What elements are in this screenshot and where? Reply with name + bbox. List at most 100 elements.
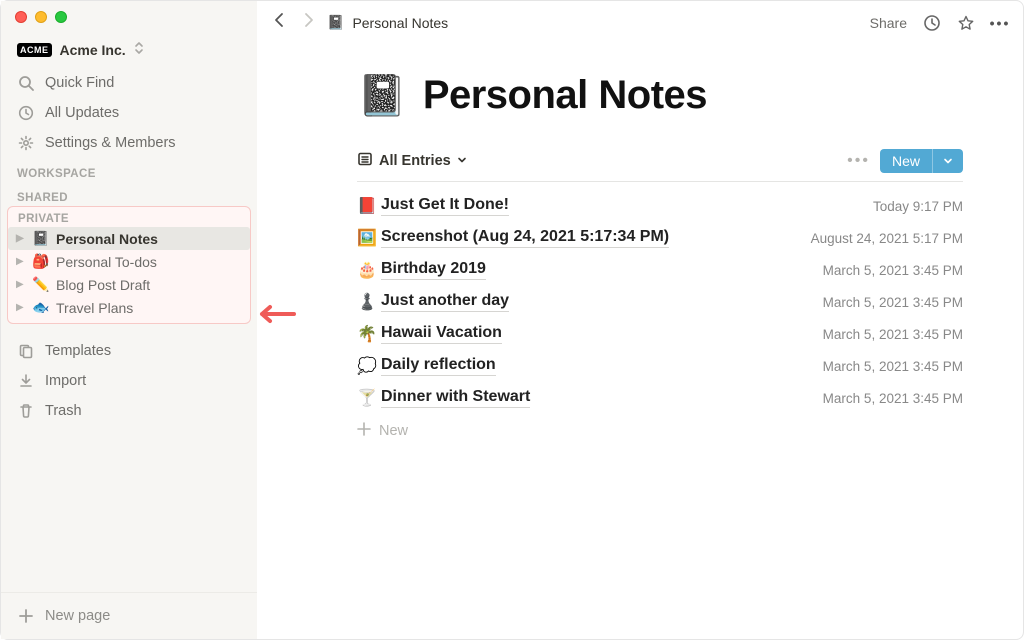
close-window[interactable] xyxy=(15,11,27,23)
minimize-window[interactable] xyxy=(35,11,47,23)
entry-row[interactable]: 💭Daily reflection March 5, 2021 3:45 PM xyxy=(357,350,963,382)
import-icon xyxy=(17,372,35,390)
section-shared[interactable]: SHARED xyxy=(1,182,257,206)
entry-row[interactable]: 🍸Dinner with Stewart March 5, 2021 3:45 P… xyxy=(357,382,963,414)
entries-list: 📕Just Get It Done! Today 9:17 PM 🖼️Screens… xyxy=(357,190,963,414)
view-options-icon[interactable]: ••• xyxy=(847,152,870,170)
nav-forward[interactable] xyxy=(299,11,317,34)
expand-icon xyxy=(134,41,144,58)
sidebar: ACME Acme Inc. Quick Find All Updates Se… xyxy=(1,1,257,639)
entry-title[interactable]: Just Get It Done! xyxy=(381,196,509,216)
quick-find[interactable]: Quick Find xyxy=(1,68,257,98)
page-icon: 🐟 xyxy=(32,299,50,316)
templates[interactable]: Templates xyxy=(1,336,257,366)
entry-icon: 💭 xyxy=(357,356,381,376)
all-updates-label: All Updates xyxy=(45,102,119,124)
new-entry-label: New xyxy=(379,423,408,439)
entry-title[interactable]: Birthday 2019 xyxy=(381,260,486,280)
favorite-icon[interactable] xyxy=(957,14,975,32)
trash-label: Trash xyxy=(45,400,82,422)
new-page-button[interactable]: New page xyxy=(1,592,257,639)
nav-back[interactable] xyxy=(271,11,289,34)
workspace-switcher[interactable]: ACME Acme Inc. xyxy=(1,37,257,68)
workspace-badge: ACME xyxy=(17,43,52,57)
disclosure-icon[interactable]: ▶ xyxy=(16,233,26,244)
disclosure-icon[interactable]: ▶ xyxy=(16,256,26,267)
section-private[interactable]: PRIVATE xyxy=(8,209,250,227)
trash[interactable]: Trash xyxy=(1,396,257,426)
entry-timestamp: March 5, 2021 3:45 PM xyxy=(823,263,963,278)
updates-icon[interactable] xyxy=(923,14,941,32)
entry-title[interactable]: Dinner with Stewart xyxy=(381,388,530,408)
new-entry-button[interactable]: New xyxy=(880,149,963,173)
page-label: Travel Plans xyxy=(56,300,133,316)
page-icon: ✏️ xyxy=(32,276,50,293)
quick-find-label: Quick Find xyxy=(45,72,114,94)
entry-title[interactable]: Screenshot (Aug 24, 2021 5:17:34 PM) xyxy=(381,228,669,248)
private-section-highlight: PRIVATE ▶ 📓 Personal Notes ▶ 🎒 Personal … xyxy=(7,206,251,324)
entry-icon: ♟️ xyxy=(357,292,381,312)
entry-timestamp: March 5, 2021 3:45 PM xyxy=(823,359,963,374)
disclosure-icon[interactable]: ▶ xyxy=(16,302,26,313)
workspace-name: Acme Inc. xyxy=(60,42,126,58)
all-updates[interactable]: All Updates xyxy=(1,98,257,128)
plus-icon xyxy=(17,607,35,625)
share-button[interactable]: Share xyxy=(870,15,907,31)
settings-members-label: Settings & Members xyxy=(45,132,176,154)
entry-row[interactable]: 🎂Birthday 2019 March 5, 2021 3:45 PM xyxy=(357,254,963,286)
entry-title[interactable]: Hawaii Vacation xyxy=(381,324,502,344)
more-icon[interactable]: ••• xyxy=(991,14,1009,32)
breadcrumb-icon: 📓 xyxy=(327,14,344,31)
zoom-window[interactable] xyxy=(55,11,67,23)
callout-arrow-icon xyxy=(256,302,296,326)
entry-timestamp: Today 9:17 PM xyxy=(873,199,963,214)
sidebar-page-travel-plans[interactable]: ▶ 🐟 Travel Plans xyxy=(8,296,250,319)
new-page-label: New page xyxy=(45,608,110,624)
entry-icon: 📕 xyxy=(357,196,381,216)
entry-row[interactable]: ♟️Just another day March 5, 2021 3:45 PM xyxy=(357,286,963,318)
breadcrumb-label: Personal Notes xyxy=(352,15,448,31)
entry-timestamp: March 5, 2021 3:45 PM xyxy=(823,295,963,310)
section-workspace[interactable]: WORKSPACE xyxy=(1,158,257,182)
templates-label: Templates xyxy=(45,340,111,362)
import-label: Import xyxy=(45,370,86,392)
page-title-icon[interactable]: 📓 xyxy=(357,72,407,119)
list-icon xyxy=(357,151,373,171)
entry-row[interactable]: 🖼️Screenshot (Aug 24, 2021 5:17:34 PM)Au… xyxy=(357,222,963,254)
page-icon: 📓 xyxy=(32,230,50,247)
entry-icon: 🎂 xyxy=(357,260,381,280)
divider xyxy=(357,181,963,182)
disclosure-icon[interactable]: ▶ xyxy=(16,279,26,290)
page-label: Blog Post Draft xyxy=(56,277,150,293)
entry-icon: 🖼️ xyxy=(357,228,381,248)
main-area: 📓 Personal Notes Share ••• 📓 Personal No… xyxy=(257,1,1023,639)
sidebar-page-personal-todos[interactable]: ▶ 🎒 Personal To-dos xyxy=(8,250,250,273)
view-name: All Entries xyxy=(379,153,451,169)
import[interactable]: Import xyxy=(1,366,257,396)
page-icon: 🎒 xyxy=(32,253,50,270)
entry-row[interactable]: 🌴Hawaii VacationMarch 5, 2021 3:45 PM xyxy=(357,318,963,350)
clock-icon xyxy=(17,104,35,122)
page-title[interactable]: Personal Notes xyxy=(423,73,707,118)
entry-icon: 🌴 xyxy=(357,324,381,344)
page-label: Personal Notes xyxy=(56,231,158,247)
templates-icon xyxy=(17,342,35,360)
window-traffic-lights[interactable] xyxy=(15,11,67,23)
plus-icon xyxy=(357,422,371,440)
topbar: 📓 Personal Notes Share ••• xyxy=(257,1,1023,40)
sidebar-page-personal-notes[interactable]: ▶ 📓 Personal Notes xyxy=(8,227,250,250)
breadcrumb[interactable]: 📓 Personal Notes xyxy=(327,14,448,31)
sidebar-page-blog-draft[interactable]: ▶ ✏️ Blog Post Draft xyxy=(8,273,250,296)
add-new-entry[interactable]: New xyxy=(357,414,963,448)
entry-icon: 🍸 xyxy=(357,388,381,408)
gear-icon xyxy=(17,134,35,152)
view-switcher[interactable]: All Entries xyxy=(357,151,467,171)
page-label: Personal To-dos xyxy=(56,254,157,270)
entry-timestamp: March 5, 2021 3:45 PM xyxy=(823,391,963,406)
entry-row[interactable]: 📕Just Get It Done! Today 9:17 PM xyxy=(357,190,963,222)
entry-title[interactable]: Just another day xyxy=(381,292,509,312)
entry-title[interactable]: Daily reflection xyxy=(381,356,496,376)
new-button-dropdown[interactable] xyxy=(932,149,963,173)
settings-members[interactable]: Settings & Members xyxy=(1,128,257,158)
page-title-row: 📓 Personal Notes xyxy=(357,72,963,119)
